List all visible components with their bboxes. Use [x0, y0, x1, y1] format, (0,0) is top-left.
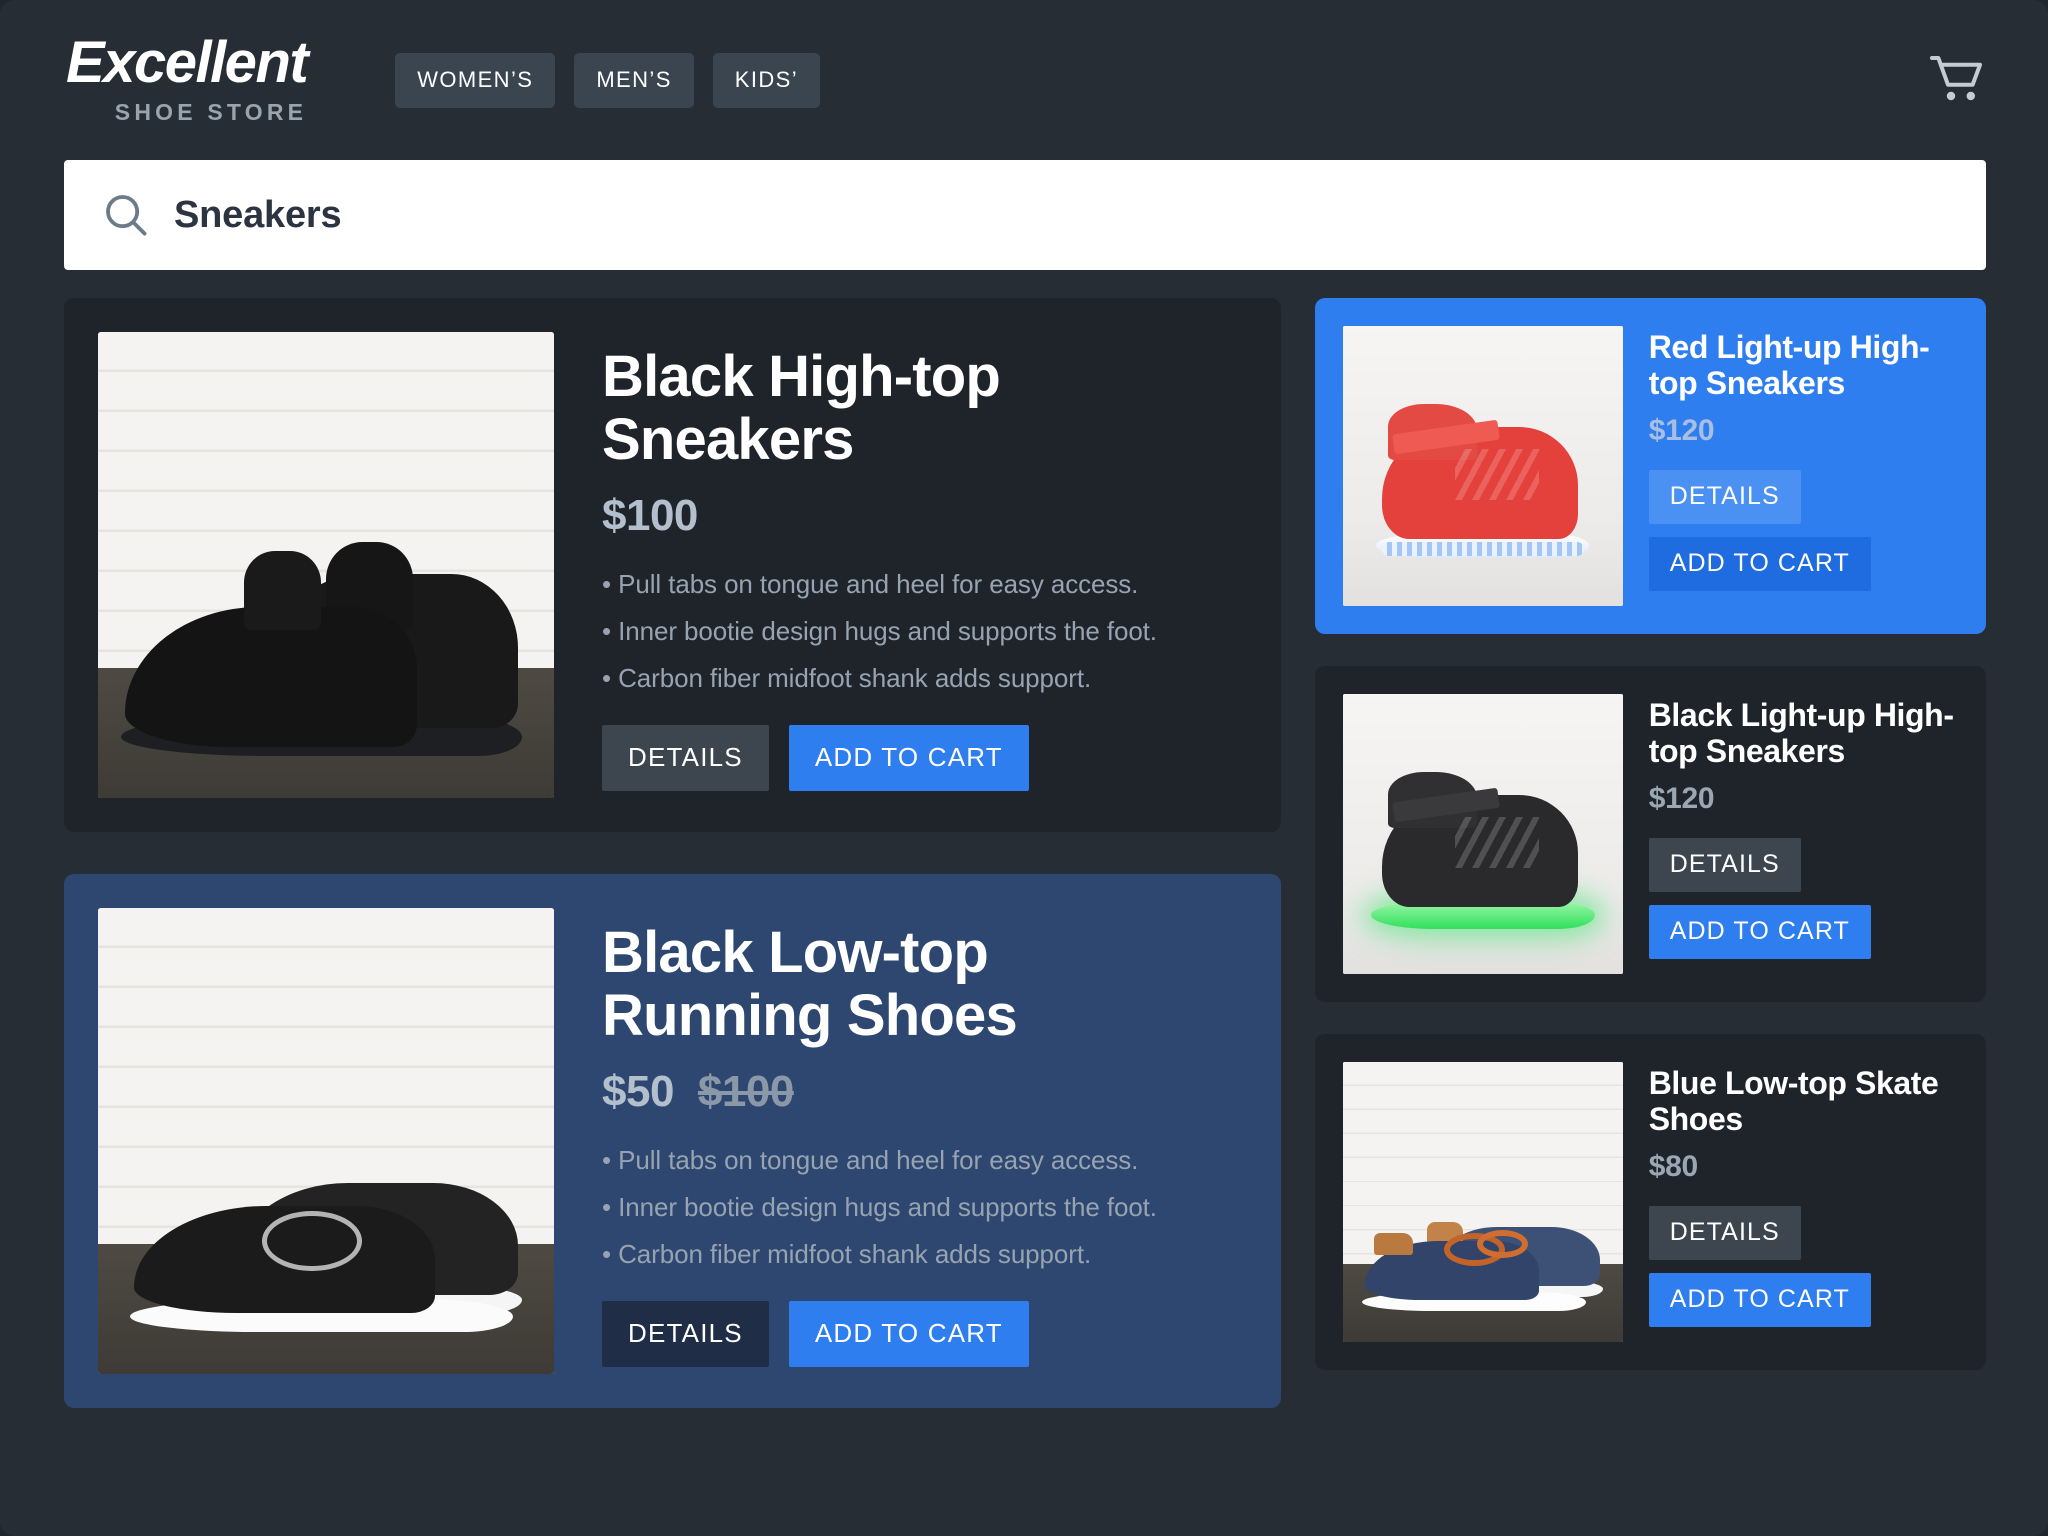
brand-name: Excellent	[66, 30, 309, 95]
site-header: Excellent SHOE STORE WOMEN’S MEN’S KIDS’	[0, 0, 2048, 160]
product-title: Black Light-up High-top Sneakers	[1648, 697, 1954, 769]
details-button[interactable]: DETAILS	[602, 1301, 769, 1368]
brand-logo[interactable]: Excellent SHOE STORE	[66, 30, 309, 126]
add-to-cart-button[interactable]: ADD TO CART	[788, 1301, 1029, 1368]
feature-bullet: • Pull tabs on tongue and heel for easy …	[602, 1145, 1139, 1176]
shopping-cart-icon	[1930, 56, 1982, 101]
product-card-blue-skate[interactable]: Blue Low-top Skate Shoes $80 DETAILS ADD…	[1314, 1034, 1986, 1370]
product-price: $50	[602, 1067, 674, 1117]
featured-products-column: Black High-top Sneakers $100 • Pull tabs…	[64, 298, 1281, 1408]
product-card-black-high-top[interactable]: Black High-top Sneakers $100 • Pull tabs…	[64, 298, 1281, 832]
feature-bullet: • Carbon fiber midfoot shank adds suppor…	[602, 663, 1092, 694]
product-price: $120	[1648, 413, 1715, 447]
cart-button[interactable]	[1930, 54, 1986, 106]
product-image-blue-skate[interactable]	[1342, 1062, 1623, 1342]
feature-bullet: • Carbon fiber midfoot shank adds suppor…	[602, 1239, 1092, 1270]
feature-bullet: • Pull tabs on tongue and heel for easy …	[602, 569, 1139, 600]
product-price: $100	[602, 491, 698, 541]
add-to-cart-button[interactable]: ADD TO CART	[788, 725, 1029, 792]
product-actions: DETAILS ADD TO CART	[1648, 1205, 1958, 1327]
product-info: Black Low-top Running Shoes $50 $100 • P…	[554, 908, 1247, 1374]
feature-bullet: • Inner bootie design hugs and supports …	[602, 616, 1157, 647]
feature-bullet: • Inner bootie design hugs and supports …	[602, 1192, 1157, 1223]
product-image-red-light-up[interactable]	[1342, 326, 1623, 606]
product-image-black-low-top[interactable]	[98, 908, 554, 1374]
price-row: $100	[602, 491, 1247, 541]
store-page: Excellent SHOE STORE WOMEN’S MEN’S KIDS’…	[0, 0, 2048, 1536]
results-area: Black High-top Sneakers $100 • Pull tabs…	[0, 270, 2048, 1408]
product-price: $120	[1648, 781, 1715, 815]
details-button[interactable]: DETAILS	[1648, 837, 1801, 892]
search-icon	[104, 193, 148, 237]
add-to-cart-button[interactable]: ADD TO CART	[1648, 904, 1871, 959]
nav-item-kids[interactable]: KIDS’	[712, 52, 821, 108]
product-price-original: $100	[697, 1067, 794, 1117]
details-button[interactable]: DETAILS	[1648, 469, 1801, 524]
nav-item-mens[interactable]: MEN’S	[574, 52, 694, 108]
add-to-cart-button[interactable]: ADD TO CART	[1648, 536, 1871, 591]
details-button[interactable]: DETAILS	[1648, 1205, 1801, 1260]
product-features: • Pull tabs on tongue and heel for easy …	[602, 1147, 1247, 1267]
product-card-black-light-up[interactable]: Black Light-up High-top Sneakers $120 DE…	[1314, 666, 1986, 1002]
product-info: Black Light-up High-top Sneakers $120 DE…	[1623, 694, 1958, 974]
product-price: $80	[1648, 1149, 1698, 1183]
product-actions: DETAILS ADD TO CART	[602, 725, 1247, 792]
main-nav: WOMEN’S MEN’S KIDS’	[395, 52, 821, 108]
product-features: • Pull tabs on tongue and heel for easy …	[602, 571, 1247, 691]
add-to-cart-button[interactable]: ADD TO CART	[1648, 1272, 1871, 1327]
product-card-black-low-top[interactable]: Black Low-top Running Shoes $50 $100 • P…	[64, 874, 1281, 1408]
price-row: $50 $100	[602, 1067, 1247, 1117]
product-info: Black High-top Sneakers $100 • Pull tabs…	[554, 332, 1247, 798]
product-info: Red Light-up High-top Sneakers $120 DETA…	[1623, 326, 1958, 606]
related-products-column: Red Light-up High-top Sneakers $120 DETA…	[1314, 298, 1986, 1408]
product-info: Blue Low-top Skate Shoes $80 DETAILS ADD…	[1623, 1062, 1958, 1342]
details-button[interactable]: DETAILS	[602, 725, 769, 792]
product-title: Blue Low-top Skate Shoes	[1648, 1065, 1939, 1137]
product-image-black-light-up[interactable]	[1342, 694, 1623, 974]
product-actions: DETAILS ADD TO CART	[1648, 469, 1958, 591]
product-actions: DETAILS ADD TO CART	[1648, 837, 1958, 959]
nav-item-womens[interactable]: WOMEN’S	[395, 52, 556, 108]
product-card-red-light-up[interactable]: Red Light-up High-top Sneakers $120 DETA…	[1314, 298, 1986, 634]
brand-subtitle: SHOE STORE	[114, 99, 308, 125]
product-title: Black Low-top Running Shoes	[602, 920, 1018, 1048]
product-actions: DETAILS ADD TO CART	[602, 1301, 1247, 1368]
search-query-text: Sneakers	[174, 193, 342, 236]
product-title: Black High-top Sneakers	[602, 344, 1001, 472]
product-title: Red Light-up High-top Sneakers	[1648, 329, 1930, 401]
search-input[interactable]: Sneakers	[64, 160, 1986, 270]
product-image-black-high-top[interactable]	[98, 332, 554, 798]
